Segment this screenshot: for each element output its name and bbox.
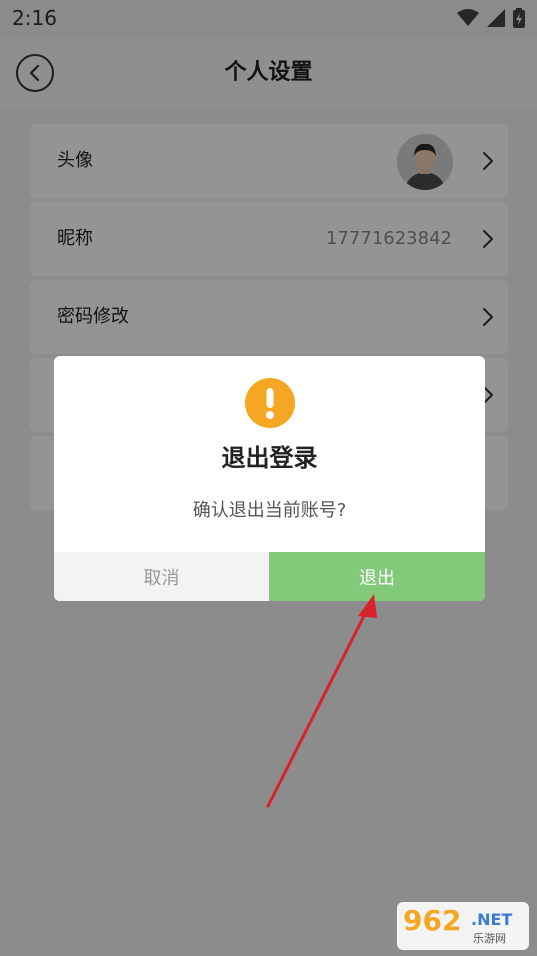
watermark-net: .NET: [471, 910, 513, 929]
annotation-arrow: [266, 594, 377, 808]
watermark-subtitle: 乐游网: [473, 932, 506, 945]
watermark-number: 962: [403, 904, 462, 937]
site-watermark-logo: 962 .NET 乐游网: [397, 902, 529, 950]
